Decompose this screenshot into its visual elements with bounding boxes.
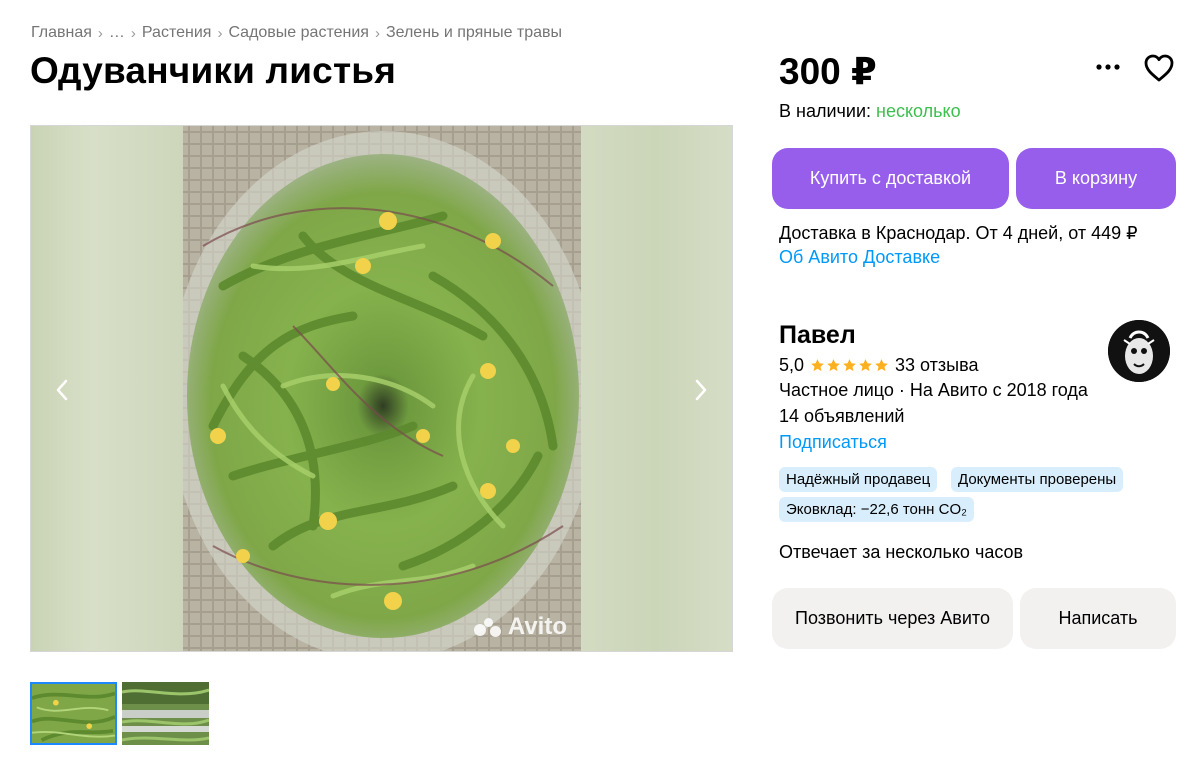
rating-value: 5,0: [779, 355, 805, 375]
buy-with-delivery-button[interactable]: Купить с доставкой: [772, 148, 1009, 209]
price: 300 ₽: [779, 51, 877, 92]
page-title: Одуванчики листья: [30, 50, 397, 91]
heart-icon[interactable]: [1143, 53, 1175, 83]
star-icon: [843, 359, 856, 372]
breadcrumb-separator: ›: [217, 24, 223, 42]
breadcrumb-separator: ›: [374, 24, 380, 42]
thumbnail-strip: [30, 682, 209, 745]
avito-logo-icon: [473, 616, 502, 638]
breadcrumb-item-ellipsis[interactable]: …: [109, 24, 125, 42]
chevron-right-icon: [695, 379, 707, 401]
badge-eco-contribution[interactable]: Эковклад: −22,6 тонн CO₂: [779, 497, 974, 522]
more-dots-icon[interactable]: [1094, 58, 1122, 76]
breadcrumb-item-home[interactable]: Главная: [31, 24, 92, 42]
write-message-button[interactable]: Написать: [1020, 588, 1176, 649]
thumbnail-2[interactable]: [122, 682, 209, 745]
avatar-image: [1108, 320, 1170, 382]
main-photo[interactable]: Avito: [183, 126, 581, 651]
badge-documents-verified[interactable]: Документы проверены: [951, 467, 1124, 492]
about-delivery-link[interactable]: Об Авито Доставке: [779, 247, 940, 268]
gallery-prev-button[interactable]: [47, 372, 77, 408]
breadcrumb-separator: ›: [97, 24, 103, 42]
availability-label: В наличии:: [779, 101, 872, 121]
availability: В наличии: несколько: [779, 101, 961, 122]
call-via-avito-button[interactable]: Позвонить через Авито: [772, 588, 1013, 649]
thumbnail-image: [32, 684, 115, 743]
seller-avatar[interactable]: [1108, 320, 1170, 382]
availability-value: несколько: [876, 101, 961, 121]
delivery-info: Доставка в Краснодар. От 4 дней, от 449 …: [779, 223, 1138, 243]
response-time: Отвечает за несколько часов: [779, 542, 1024, 562]
seller-type: Частное лицо · На Авито с 2018 года: [779, 380, 1088, 400]
breadcrumb-separator: ›: [130, 24, 136, 42]
gallery-next-button[interactable]: [686, 372, 716, 408]
breadcrumb: Главная › … › Растения › Садовые растени…: [31, 24, 562, 42]
star-icon: [859, 359, 872, 372]
breadcrumb-item-garden-plants[interactable]: Садовые растения: [228, 24, 369, 42]
breadcrumb-item-herbs[interactable]: Зелень и пряные травы: [386, 24, 562, 42]
seller-name[interactable]: Павел: [779, 321, 856, 350]
photo-gallery[interactable]: Avito: [30, 125, 733, 652]
thumbnail-1[interactable]: [30, 682, 117, 745]
seller-rating: 5,0 33 отзыва: [779, 355, 978, 376]
breadcrumb-item-plants[interactable]: Растения: [142, 24, 212, 42]
star-icon: [827, 359, 840, 372]
subscribe-link[interactable]: Подписаться: [779, 432, 887, 453]
seller-ads-link[interactable]: 14 объявлений: [779, 406, 904, 427]
chevron-left-icon: [56, 379, 68, 401]
avito-watermark-text: Avito: [507, 613, 567, 640]
dandelion-leaves-image: [183, 126, 581, 651]
avito-watermark: Avito: [473, 613, 567, 641]
badge-reliable-seller[interactable]: Надёжный продавец: [779, 467, 938, 492]
star-icon: [811, 359, 824, 372]
reviews-link[interactable]: 33 отзыва: [895, 355, 978, 376]
thumbnail-image: [122, 682, 209, 745]
rating-stars: [810, 358, 889, 373]
star-icon: [875, 359, 888, 372]
add-to-cart-button[interactable]: В корзину: [1016, 148, 1176, 209]
